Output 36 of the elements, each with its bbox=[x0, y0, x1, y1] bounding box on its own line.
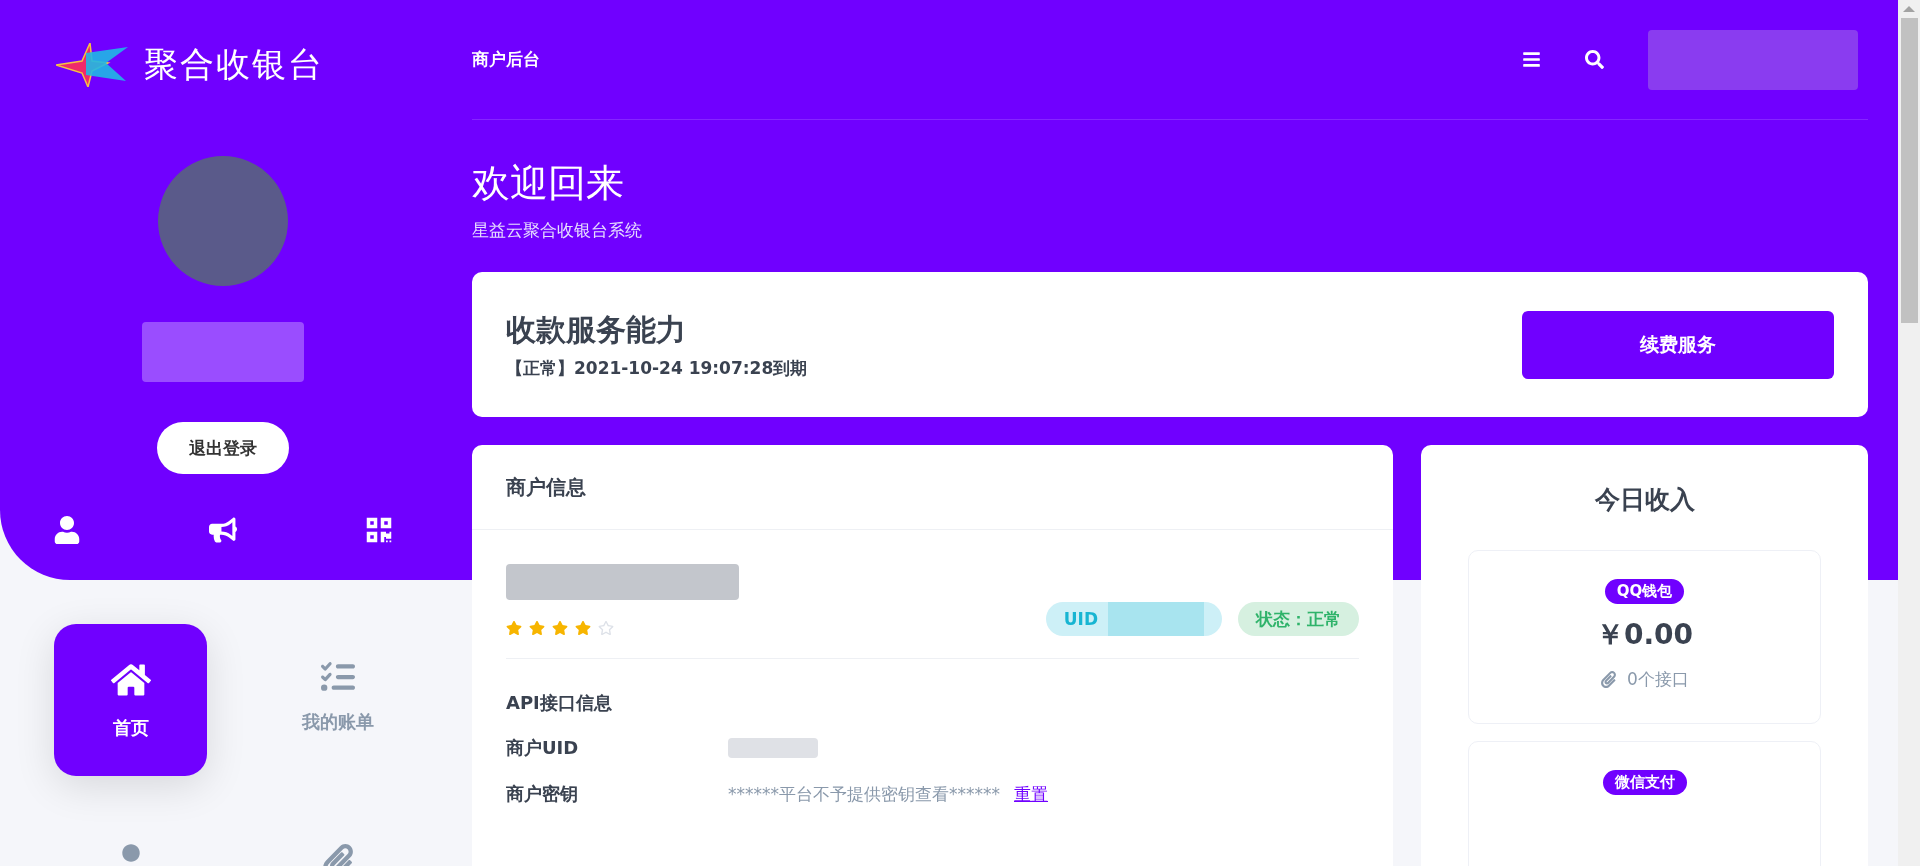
merchant-card-title: 商户信息 bbox=[472, 445, 1393, 530]
page-title: 商户后台 bbox=[472, 48, 541, 71]
reset-link[interactable]: 重置 bbox=[1014, 782, 1048, 806]
channel-badge: 微信支付 bbox=[1602, 770, 1687, 795]
brand-name: 聚合收银台 bbox=[144, 43, 324, 86]
api-section-title: API接口信息 bbox=[506, 691, 613, 715]
status-badge: 状态：正常 bbox=[1238, 602, 1359, 636]
service-title: 收款服务能力 bbox=[506, 310, 687, 349]
qr-code-icon[interactable] bbox=[364, 516, 393, 544]
scrollbar[interactable] bbox=[1898, 0, 1920, 866]
field-value: ******平台不予提供密钥查看****** bbox=[728, 782, 1000, 806]
uid-badge: UID bbox=[1045, 602, 1222, 636]
field-label: 商户UID bbox=[506, 736, 580, 760]
service-status: 【正常】2021-10-24 19:07:28到期 bbox=[506, 356, 808, 380]
interface-count: 0个接口 bbox=[1627, 668, 1689, 691]
welcome-subtitle: 星益云聚合收银台系统 bbox=[472, 219, 643, 242]
channel-badge: QQ钱包 bbox=[1604, 579, 1685, 604]
dot-icon bbox=[121, 844, 140, 862]
search-button[interactable] bbox=[1585, 50, 1604, 69]
nav-tile[interactable]: 首页 bbox=[54, 624, 207, 776]
star-icon bbox=[598, 620, 614, 636]
star-icon bbox=[575, 620, 591, 636]
menu-button[interactable] bbox=[1522, 50, 1541, 69]
paperclip-icon bbox=[1600, 671, 1618, 688]
income-title: 今日收入 bbox=[1594, 484, 1695, 516]
star-icon bbox=[506, 620, 522, 636]
logout-button[interactable]: 退出登录 bbox=[156, 422, 289, 474]
star-icon bbox=[552, 620, 568, 636]
checklist-icon bbox=[320, 660, 355, 694]
megaphone-icon[interactable] bbox=[208, 516, 237, 544]
renew-button[interactable]: 续费服务 bbox=[1522, 310, 1834, 379]
star-icon bbox=[529, 620, 545, 636]
user-icon[interactable] bbox=[52, 516, 81, 544]
welcome-title: 欢迎回来 bbox=[472, 160, 625, 207]
income-amount: ￥0.00 bbox=[1595, 617, 1694, 653]
field-label: 商户密钥 bbox=[506, 782, 579, 806]
